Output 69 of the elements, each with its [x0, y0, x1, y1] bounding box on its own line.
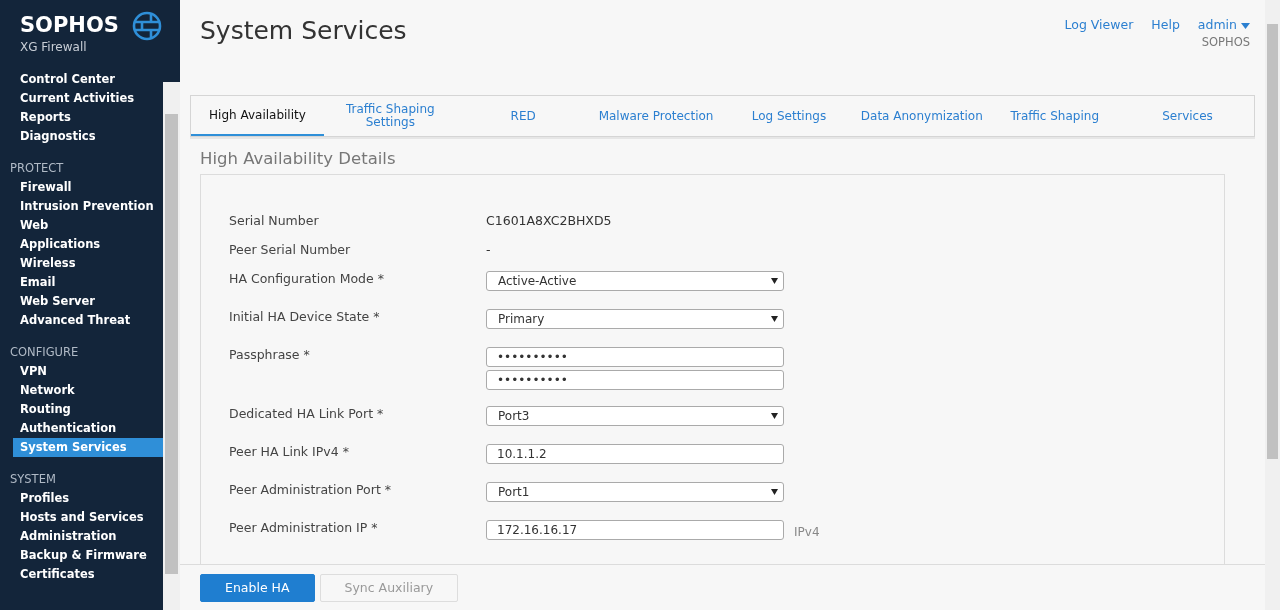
organization-name: SOPHOS	[1201, 35, 1250, 49]
field-label: Dedicated HA Link Port *	[229, 406, 385, 423]
scrollbar[interactable]	[1265, 0, 1280, 610]
sidebar-item[interactable]: Applications	[13, 235, 163, 254]
sidebar-item[interactable]: Control Center	[13, 70, 163, 89]
sidebar-item[interactable]: Administration	[13, 527, 163, 546]
sidebar-item[interactable]: Certificates	[13, 565, 163, 584]
field-label: Peer Administration Port *	[229, 482, 393, 499]
tab[interactable]: Data Anonymization	[855, 96, 989, 136]
action-button[interactable]: Enable HA	[200, 573, 315, 602]
brick-globe-icon	[132, 11, 162, 41]
tab[interactable]: Malware Protection	[589, 96, 723, 136]
field-label: Peer HA Link IPv4 *	[229, 444, 350, 461]
nav-section-heading: PROTECT	[10, 160, 64, 177]
tab[interactable]: Traffic Shaping	[988, 96, 1122, 136]
field-value: -	[486, 242, 491, 258]
sidebar-item[interactable]: Hosts and Services	[13, 508, 163, 527]
tab[interactable]: Services	[1121, 96, 1254, 136]
sidebar-item[interactable]: Reports	[13, 108, 163, 127]
sidebar-item[interactable]: Routing	[13, 400, 163, 419]
caret-icon	[771, 316, 778, 322]
user-menu[interactable]: admin	[1197, 17, 1250, 32]
tab[interactable]: Log Settings	[722, 96, 856, 136]
header-link[interactable]: Log Viewer	[1064, 17, 1134, 95]
page-title: System Services	[200, 16, 407, 46]
password-field[interactable]: ••••••••••	[486, 347, 784, 367]
sidebar-item[interactable]: Authentication	[13, 419, 163, 438]
scrollbar[interactable]	[163, 82, 180, 610]
field-label: Peer Administration IP *	[229, 520, 379, 537]
section-title: High Availability Details	[200, 149, 397, 168]
tab[interactable]: RED	[456, 96, 590, 136]
sidebar-item[interactable]: Web	[13, 216, 163, 235]
field-value: C1601A8XC2BHXD5	[486, 213, 612, 229]
product-name: XG Firewall	[20, 40, 87, 54]
tab[interactable]: Traffic Shaping Settings	[323, 96, 457, 136]
field-label: HA Configuration Mode *	[229, 271, 385, 288]
nav-section-heading: SYSTEM	[10, 471, 56, 488]
header-link[interactable]: Help	[1151, 17, 1180, 95]
field-label: Peer Serial Number	[229, 242, 352, 259]
caret-icon	[1241, 22, 1250, 29]
sidebar-item[interactable]: Firewall	[13, 178, 163, 197]
caret-icon	[771, 489, 778, 495]
tab[interactable]: High Availability	[191, 96, 324, 136]
sidebar-item[interactable]: Email	[13, 273, 163, 292]
sidebar-item[interactable]: Advanced Threat	[13, 311, 163, 330]
input-field[interactable]: 10.1.1.2	[486, 444, 784, 464]
nav-section-heading: CONFIGURE	[10, 344, 79, 361]
field-hint: IPv4	[794, 525, 820, 541]
dropdown[interactable]: Port3	[486, 406, 784, 426]
sidebar-item[interactable]: Network	[13, 381, 163, 400]
sidebar-item[interactable]: Diagnostics	[13, 127, 163, 146]
sidebar-item[interactable]: Current Activities	[13, 89, 163, 108]
field-label: Initial HA Device State *	[229, 309, 381, 326]
password-field[interactable]: ••••••••••	[486, 370, 784, 390]
caret-icon	[771, 278, 778, 284]
sidebar-item[interactable]: Wireless	[13, 254, 163, 273]
brand-logo: SOPHOS	[20, 12, 119, 38]
sidebar-item[interactable]: Profiles	[13, 489, 163, 508]
sidebar-item[interactable]: VPN	[13, 362, 163, 381]
field-label: Passphrase *	[229, 347, 311, 364]
field-label: Serial Number	[229, 213, 320, 230]
sidebar-item[interactable]: Backup & Firmware	[13, 546, 163, 565]
dropdown[interactable]: Active-Active	[486, 271, 784, 291]
sidebar-item[interactable]: Web Server	[13, 292, 163, 311]
dropdown[interactable]: Primary	[486, 309, 784, 329]
input-field[interactable]: 172.16.16.17	[486, 520, 784, 540]
sidebar-item[interactable]: Intrusion Prevention	[13, 197, 163, 216]
caret-icon	[771, 413, 778, 419]
dropdown[interactable]: Port1	[486, 482, 784, 502]
